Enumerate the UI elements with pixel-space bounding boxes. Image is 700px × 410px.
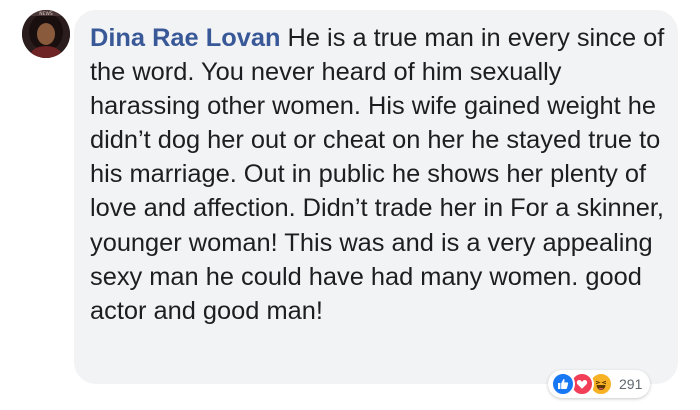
- avatar-image: NEWS: [22, 10, 70, 58]
- reactions-summary[interactable]: 291: [548, 370, 651, 398]
- author-name[interactable]: Dina Rae Lovan: [90, 24, 280, 52]
- comment-text: He is a true man in every since of the w…: [90, 24, 665, 325]
- comment-bubble: Dina Rae Lovan He is a true man in every…: [74, 10, 678, 384]
- avatar[interactable]: NEWS: [22, 10, 70, 58]
- svg-text:NEWS: NEWS: [39, 11, 53, 17]
- reaction-count: 291: [619, 376, 643, 392]
- comment: NEWS Dina Rae Lovan He is a true man in …: [0, 0, 700, 410]
- comment-body: Dina Rae Lovan He is a true man in every…: [90, 21, 675, 328]
- like-icon: [551, 372, 575, 396]
